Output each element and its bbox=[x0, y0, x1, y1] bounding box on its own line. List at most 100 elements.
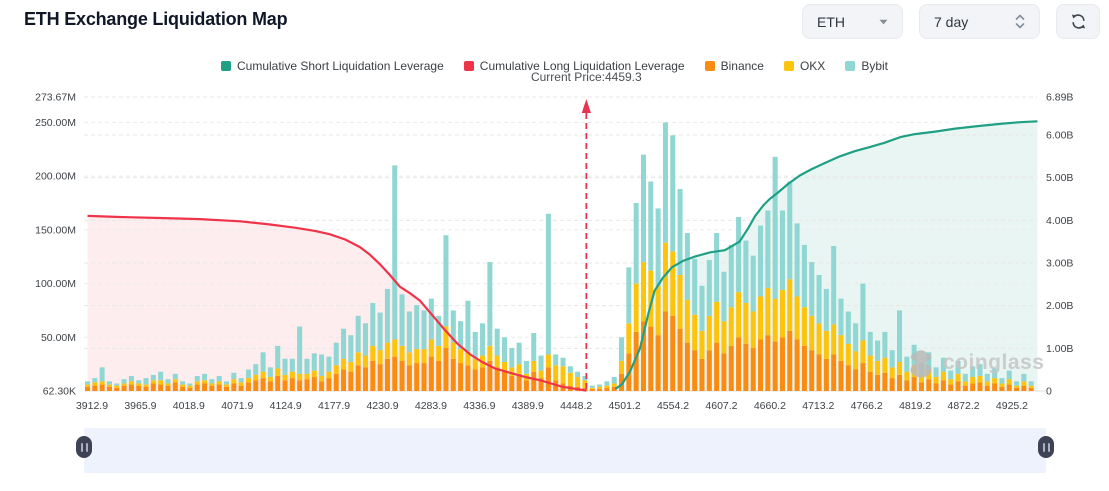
navigator-right-handle[interactable] bbox=[1038, 436, 1054, 458]
bar-okx bbox=[312, 371, 317, 377]
bar-bybit bbox=[707, 260, 712, 316]
bar-bybit bbox=[180, 381, 185, 384]
bar-okx bbox=[568, 373, 573, 386]
bar-bybit bbox=[590, 386, 595, 388]
svg-text:4283.9: 4283.9 bbox=[415, 400, 447, 412]
bar-okx bbox=[977, 376, 982, 382]
bar-bybit bbox=[890, 350, 895, 367]
bar-okx bbox=[122, 383, 127, 385]
bar-bybit bbox=[253, 364, 258, 375]
bar-bybit bbox=[765, 211, 770, 288]
bar-bybit bbox=[502, 337, 507, 362]
svg-text:4501.2: 4501.2 bbox=[609, 400, 641, 412]
bar-binance bbox=[802, 346, 807, 391]
bar-okx bbox=[948, 379, 953, 384]
bar-okx bbox=[941, 372, 946, 381]
bar-binance bbox=[495, 367, 500, 391]
bar-binance bbox=[663, 312, 668, 392]
bar-binance bbox=[977, 382, 982, 391]
svg-text:4554.2: 4554.2 bbox=[657, 400, 689, 412]
bar-bybit bbox=[239, 378, 244, 382]
bar-bybit bbox=[912, 345, 917, 365]
bar-binance bbox=[173, 382, 178, 391]
svg-text:200.00M: 200.00M bbox=[35, 171, 76, 183]
bar-bybit bbox=[268, 367, 273, 377]
bar-bybit bbox=[985, 374, 990, 382]
bar-binance bbox=[422, 363, 427, 391]
bar-bybit bbox=[787, 182, 792, 280]
bar-bybit bbox=[846, 312, 851, 344]
bar-bybit bbox=[217, 376, 222, 381]
bar-binance bbox=[451, 359, 456, 391]
bar-binance bbox=[334, 374, 339, 391]
bar-binance bbox=[743, 344, 748, 391]
bar-bybit bbox=[941, 358, 946, 372]
bar-okx bbox=[751, 312, 756, 349]
bar-bybit bbox=[663, 122, 668, 242]
bar-okx bbox=[992, 378, 997, 383]
bar-binance bbox=[992, 383, 997, 391]
bar-binance bbox=[546, 367, 551, 391]
bar-bybit bbox=[604, 381, 609, 385]
bar-okx bbox=[721, 321, 726, 353]
bar-bybit bbox=[524, 361, 529, 374]
bar-bybit bbox=[619, 337, 624, 361]
bar-okx bbox=[875, 361, 880, 375]
liquidation-chart[interactable]: 273.67M250.00M200.00M150.00M100.00M50.00… bbox=[0, 0, 1109, 424]
bar-binance bbox=[831, 354, 836, 391]
chart-navigator[interactable] bbox=[84, 428, 1046, 473]
svg-text:3.00B: 3.00B bbox=[1046, 257, 1073, 269]
bar-okx bbox=[180, 385, 185, 387]
bar-okx bbox=[422, 349, 427, 363]
bar-bybit bbox=[1029, 381, 1034, 385]
bar-binance bbox=[531, 372, 536, 391]
bar-okx bbox=[1021, 381, 1026, 385]
bar-bybit bbox=[670, 135, 675, 251]
bar-okx bbox=[209, 383, 214, 385]
bar-bybit bbox=[151, 375, 156, 380]
bar-bybit bbox=[422, 310, 427, 349]
bar-bybit bbox=[261, 352, 266, 371]
bar-binance bbox=[721, 353, 726, 391]
bar-binance bbox=[290, 378, 295, 391]
svg-text:0: 0 bbox=[1046, 386, 1052, 398]
bar-okx bbox=[92, 382, 97, 385]
bar-binance bbox=[319, 381, 324, 391]
bar-okx bbox=[85, 385, 90, 387]
bar-bybit bbox=[838, 299, 843, 336]
navigator-left-handle[interactable] bbox=[76, 436, 92, 458]
bar-bybit bbox=[992, 368, 997, 378]
bar-bybit bbox=[773, 157, 778, 299]
bar-binance bbox=[195, 385, 200, 391]
svg-text:4819.2: 4819.2 bbox=[899, 400, 931, 412]
bar-binance bbox=[261, 378, 266, 391]
bar-okx bbox=[385, 343, 390, 359]
bar-bybit bbox=[875, 341, 880, 361]
bar-okx bbox=[641, 262, 646, 321]
bar-okx bbox=[319, 376, 324, 381]
bar-bybit bbox=[1007, 371, 1012, 380]
bar-binance bbox=[860, 363, 865, 391]
bar-bybit bbox=[868, 332, 873, 356]
bar-bybit bbox=[817, 275, 822, 323]
bar-okx bbox=[217, 381, 222, 384]
bar-okx bbox=[370, 346, 375, 361]
bar-okx bbox=[487, 346, 492, 361]
bar-binance bbox=[144, 387, 149, 391]
bar-binance bbox=[304, 379, 309, 391]
bar-bybit bbox=[561, 358, 566, 367]
bar-binance bbox=[604, 388, 609, 391]
bar-binance bbox=[136, 386, 141, 391]
bar-okx bbox=[268, 377, 273, 381]
area-fills bbox=[88, 121, 1038, 391]
bar-okx bbox=[809, 316, 814, 350]
bar-binance bbox=[356, 365, 361, 391]
x-axis: 3912.93965.94018.94071.94124.94177.94230… bbox=[76, 400, 1028, 412]
bar-binance bbox=[956, 381, 961, 391]
bar-bybit bbox=[795, 223, 800, 296]
bar-binance bbox=[941, 380, 946, 391]
bar-binance bbox=[378, 364, 383, 391]
bar-okx bbox=[670, 251, 675, 315]
svg-text:4230.9: 4230.9 bbox=[366, 400, 398, 412]
bar-binance bbox=[685, 343, 690, 391]
